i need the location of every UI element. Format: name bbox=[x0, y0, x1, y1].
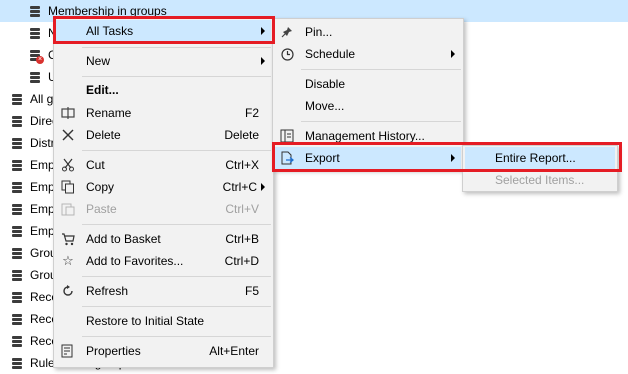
separator bbox=[82, 150, 271, 151]
group-icon bbox=[10, 290, 24, 304]
group-icon bbox=[10, 136, 24, 150]
tree-item[interactable]: Rece bbox=[10, 286, 58, 308]
group-icon bbox=[10, 114, 24, 128]
group-icon bbox=[10, 246, 24, 260]
group-icon bbox=[28, 26, 42, 40]
separator bbox=[301, 121, 461, 122]
cut-icon bbox=[60, 157, 76, 173]
history-icon bbox=[279, 128, 295, 144]
separator bbox=[82, 306, 271, 307]
tree-item[interactable]: Rece bbox=[10, 330, 58, 352]
menu-item-selected-items[interactable]: Selected Items... bbox=[465, 169, 615, 191]
menu-item-copy[interactable]: Copy Ctrl+C bbox=[56, 176, 271, 198]
menu-item-pin[interactable]: Pin... bbox=[275, 21, 461, 43]
export-icon bbox=[279, 150, 295, 166]
tree-item[interactable]: Distri bbox=[10, 132, 57, 154]
menu-item-properties[interactable]: Properties Alt+Enter bbox=[56, 340, 271, 362]
all-tasks-submenu: Pin... Schedule Disable Move... Manageme… bbox=[272, 18, 464, 170]
refresh-icon bbox=[60, 283, 76, 299]
tree-item[interactable]: Direc bbox=[10, 110, 58, 132]
menu-item-move[interactable]: Move... bbox=[275, 95, 461, 117]
tree-item[interactable]: Empt bbox=[10, 154, 58, 176]
menu-item-add-to-favorites[interactable]: ☆ Add to Favorites... Ctrl+D bbox=[56, 250, 271, 272]
submenu-arrow-icon bbox=[261, 27, 265, 35]
rename-icon bbox=[60, 105, 76, 121]
separator bbox=[82, 276, 271, 277]
menu-item-refresh[interactable]: Refresh F5 bbox=[56, 280, 271, 302]
group-icon bbox=[10, 180, 24, 194]
clock-icon bbox=[279, 46, 295, 62]
tree-item[interactable]: Empt bbox=[10, 220, 58, 242]
basket-icon bbox=[60, 231, 76, 247]
group-icon bbox=[10, 356, 24, 370]
tree-item[interactable]: Empt bbox=[10, 198, 58, 220]
menu-item-entire-report[interactable]: Entire Report... bbox=[465, 147, 615, 169]
properties-icon bbox=[60, 343, 76, 359]
menu-item-rename[interactable]: Rename F2 bbox=[56, 102, 271, 124]
tree-item[interactable]: Rece bbox=[10, 308, 58, 330]
menu-item-schedule[interactable]: Schedule bbox=[275, 43, 461, 65]
copy-icon bbox=[60, 179, 76, 195]
separator bbox=[82, 47, 271, 48]
group-icon bbox=[28, 4, 42, 18]
menu-item-add-to-basket[interactable]: Add to Basket Ctrl+B bbox=[56, 228, 271, 250]
menu-item-management-history[interactable]: Management History... bbox=[275, 125, 461, 147]
pin-icon bbox=[279, 24, 295, 40]
group-icon bbox=[10, 224, 24, 238]
menu-item-delete[interactable]: Delete Delete bbox=[56, 124, 271, 146]
separator bbox=[301, 69, 461, 70]
separator bbox=[82, 224, 271, 225]
menu-item-cut[interactable]: Cut Ctrl+X bbox=[56, 154, 271, 176]
group-icon bbox=[10, 92, 24, 106]
menu-item-export[interactable]: Export bbox=[275, 147, 461, 169]
paste-icon bbox=[60, 201, 76, 217]
tree-item-label: Membership in groups bbox=[48, 4, 167, 18]
group-icon bbox=[10, 334, 24, 348]
submenu-arrow-icon bbox=[261, 183, 265, 191]
tree-item[interactable]: Empt bbox=[10, 176, 58, 198]
separator bbox=[82, 336, 271, 337]
group-icon bbox=[10, 268, 24, 282]
context-menu: All Tasks New Edit... Rename F2 Delete D… bbox=[53, 18, 274, 368]
separator bbox=[82, 76, 271, 77]
menu-item-all-tasks[interactable]: All Tasks bbox=[56, 20, 271, 42]
group-icon bbox=[28, 70, 42, 84]
menu-item-disable[interactable]: Disable bbox=[275, 73, 461, 95]
star-icon: ☆ bbox=[62, 253, 74, 268]
delete-icon bbox=[60, 127, 76, 143]
group-icon bbox=[10, 158, 24, 172]
group-error-icon: × bbox=[28, 48, 44, 64]
group-icon bbox=[10, 312, 24, 326]
submenu-arrow-icon bbox=[451, 50, 455, 58]
menu-item-edit[interactable]: Edit... bbox=[56, 79, 271, 101]
group-icon bbox=[10, 202, 24, 216]
export-submenu: Entire Report... Selected Items... bbox=[462, 145, 618, 192]
submenu-arrow-icon bbox=[451, 154, 455, 162]
menu-item-restore[interactable]: Restore to Initial State bbox=[56, 310, 271, 332]
menu-item-paste[interactable]: Paste Ctrl+V bbox=[56, 198, 271, 220]
menu-item-new[interactable]: New bbox=[56, 50, 271, 72]
submenu-arrow-icon bbox=[261, 57, 265, 65]
